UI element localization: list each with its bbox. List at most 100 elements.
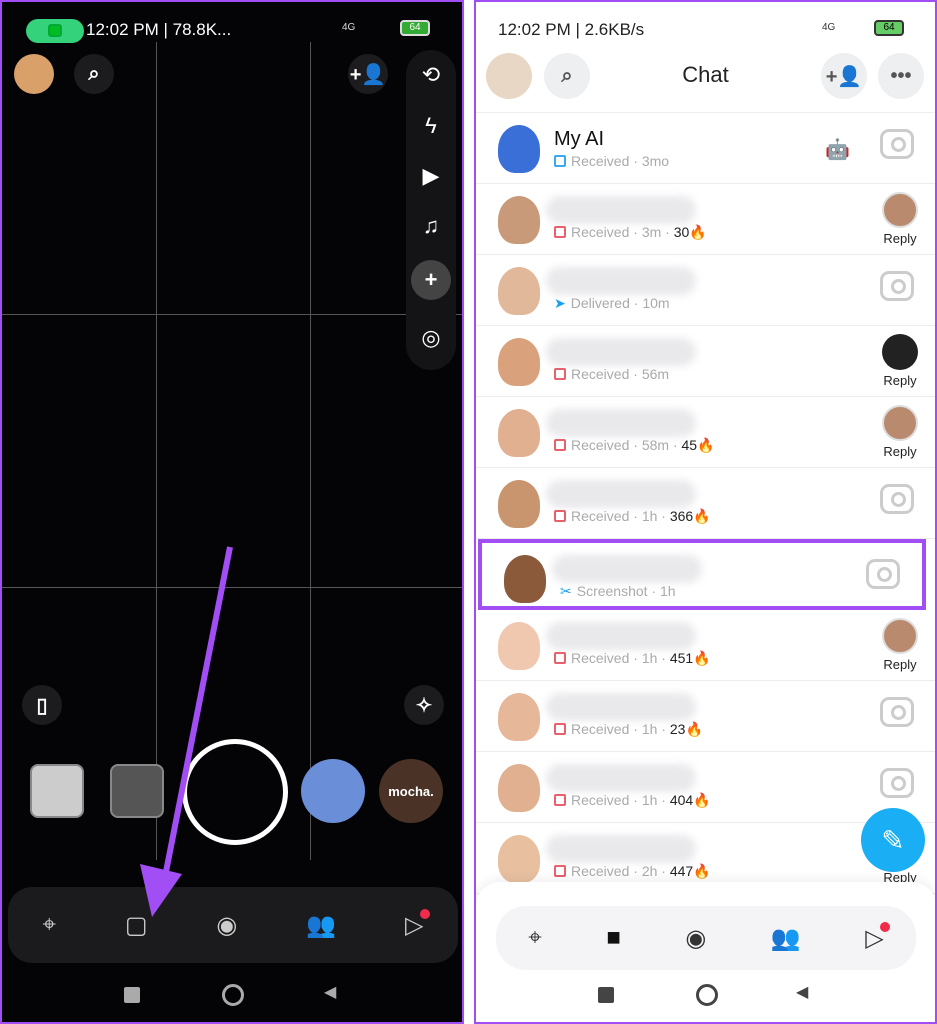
status-text: Received <box>571 792 630 808</box>
avatar[interactable] <box>498 409 540 457</box>
received-chat-icon <box>554 155 566 167</box>
chat-status: Received · 58m · 45🔥 <box>554 437 715 454</box>
robot-icon: 🤖 <box>825 139 850 161</box>
chat-status: Received · 1h · 451🔥 <box>554 650 711 667</box>
reply-button[interactable]: Reply <box>880 405 920 459</box>
chat-row[interactable]: Received · 1h · 404🔥 <box>476 752 935 823</box>
received-snap-icon <box>554 510 566 522</box>
received-snap-icon <box>554 723 566 735</box>
received-snap-icon <box>554 368 566 380</box>
chat-row[interactable]: ➤ Delivered · 10m <box>476 255 935 326</box>
friends-icon[interactable]: 👥 <box>771 924 801 953</box>
chat-row[interactable]: My AI Received · 3mo 🤖 <box>476 113 935 184</box>
reply-label: Reply <box>883 231 917 246</box>
chat-row[interactable]: Received · 1h · 451🔥 Reply <box>476 610 935 681</box>
reply-button[interactable]: Reply <box>880 334 920 388</box>
camera-reply-icon[interactable] <box>880 697 914 727</box>
separator: · <box>661 650 666 666</box>
chat-row[interactable]: Received · 58m · 45🔥 Reply <box>476 397 935 468</box>
camera-reply-icon[interactable] <box>880 129 914 159</box>
streak-count: 404 <box>669 792 694 808</box>
avatar[interactable] <box>498 622 540 670</box>
add-friend-icon[interactable]: +👤 <box>821 53 867 99</box>
chat-time: 1h <box>641 721 658 737</box>
chat-name-blurred <box>546 267 696 295</box>
chat-status: Received · 3m · 30🔥 <box>554 224 707 241</box>
back-button[interactable]: ◀ <box>796 982 808 1002</box>
more-icon[interactable]: ••• <box>878 53 924 99</box>
map-icon[interactable]: ⌖ <box>528 924 542 952</box>
screenshot-icon: ✂ <box>560 583 572 599</box>
received-snap-icon <box>554 652 566 664</box>
avatar[interactable] <box>498 196 540 244</box>
avatar[interactable] <box>498 480 540 528</box>
avatar[interactable] <box>498 764 540 812</box>
camera-icon[interactable]: ◉ <box>685 924 706 953</box>
camera-reply-icon[interactable] <box>880 768 914 798</box>
avatar[interactable] <box>498 267 540 315</box>
chat-time: 58m <box>641 437 670 453</box>
camera-reply-icon[interactable] <box>880 271 914 301</box>
bottom-nav: ⌖ ■ ◉ 👥 ▷ ◀ <box>476 882 935 1022</box>
status-text: Received <box>571 508 630 524</box>
fire-icon: 🔥 <box>693 863 711 879</box>
avatar[interactable] <box>498 693 540 741</box>
reply-thumbnail <box>882 618 918 654</box>
home-button[interactable] <box>696 984 718 1006</box>
recents-button[interactable] <box>598 987 614 1003</box>
reply-label: Reply <box>883 373 917 388</box>
separator: · <box>651 583 657 599</box>
separator: · <box>661 792 666 808</box>
chat-row[interactable]: Received · 3m · 30🔥 Reply <box>476 184 935 255</box>
chat-row[interactable]: Received · 1h · 366🔥 <box>476 468 935 539</box>
received-snap-icon <box>554 439 566 451</box>
chat-time: 10m <box>642 295 670 311</box>
battery-icon: 64 <box>874 20 904 36</box>
status-text: Received <box>571 366 630 382</box>
back-button[interactable]: ◀ <box>324 982 336 1002</box>
separator: · <box>633 437 638 453</box>
home-button[interactable] <box>222 984 244 1006</box>
new-chat-button[interactable]: ✎ <box>861 808 925 872</box>
chat-time: 3mo <box>641 153 670 169</box>
chat-name-blurred <box>552 555 702 583</box>
streak-count: 447 <box>669 863 694 879</box>
status-text: Received <box>571 650 630 666</box>
fire-icon: 🔥 <box>697 437 715 453</box>
avatar[interactable] <box>504 555 546 603</box>
status-text: Received <box>571 224 630 240</box>
reply-thumbnail <box>882 334 918 370</box>
recents-button[interactable] <box>124 987 140 1003</box>
separator: · <box>633 366 638 382</box>
avatar[interactable] <box>498 125 540 173</box>
separator: · <box>633 792 638 808</box>
chat-status: Received · 56m <box>554 366 669 382</box>
separator: · <box>633 721 638 737</box>
chat-status: Received · 1h · 404🔥 <box>554 792 711 809</box>
chat-row[interactable]: ✂ Screenshot · 1h <box>478 539 926 610</box>
fire-icon: 🔥 <box>693 792 711 808</box>
streak-count: 45 <box>681 437 698 453</box>
separator: · <box>672 437 678 453</box>
camera-reply-icon[interactable] <box>880 484 914 514</box>
reply-label: Reply <box>883 444 917 459</box>
separator: · <box>661 721 666 737</box>
avatar[interactable] <box>498 338 540 386</box>
chat-name-blurred <box>546 693 696 721</box>
status-text: Received <box>571 721 630 737</box>
camera-reply-icon[interactable] <box>866 559 900 589</box>
spotlight-icon[interactable]: ▷ <box>865 921 890 953</box>
system-nav: ◀ <box>476 982 935 1012</box>
reply-button[interactable]: Reply <box>880 618 920 672</box>
camera-screen: 12:02 PM | 78.8K... 4G 64 ⌕ +👤 ⟲ ϟ ▶ ♫ +… <box>0 0 464 1024</box>
status-text: Received <box>571 153 630 169</box>
chat-row[interactable]: Received · 56m Reply <box>476 326 935 397</box>
chat-icon[interactable]: ■ <box>606 924 621 952</box>
chat-name-blurred <box>546 196 696 224</box>
system-nav: ◀ <box>2 982 462 1012</box>
chat-status: Received · 1h · 366🔥 <box>554 508 711 525</box>
chat-name-blurred <box>546 480 696 508</box>
chat-row[interactable]: Received · 1h · 23🔥 <box>476 681 935 752</box>
avatar[interactable] <box>498 835 540 883</box>
reply-button[interactable]: Reply <box>880 192 920 246</box>
